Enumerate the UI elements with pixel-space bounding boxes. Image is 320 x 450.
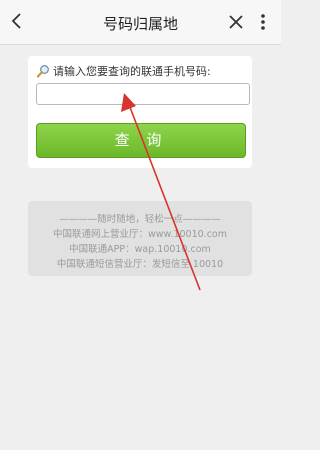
prompt-row: 请输入您要查询的联通手机号码: xyxy=(36,63,211,79)
sms-line: 中国联通短信营业厅：发短信至 10010 xyxy=(56,259,224,270)
magnifier-icon xyxy=(36,65,49,78)
back-chevron-icon[interactable] xyxy=(6,10,28,32)
page-title: 号码归属地 xyxy=(102,15,178,33)
slogan-text: ————随时随地，轻松一点———— xyxy=(59,214,221,225)
phone-prompt-label: 请输入您要查询的联通手机号码: xyxy=(53,65,211,78)
close-icon[interactable] xyxy=(226,12,246,32)
phone-number-input[interactable] xyxy=(36,83,250,105)
app-line: 中国联通APP：wap.10010.com xyxy=(69,244,211,255)
website-line: 中国联通网上营业厅：www.10010.com xyxy=(53,229,227,240)
info-box: ————随时随地，轻松一点———— 中国联通网上营业厅：www.10010.co… xyxy=(28,201,252,276)
query-button[interactable]: 查 询 xyxy=(36,123,246,158)
more-vertical-icon[interactable] xyxy=(254,11,272,33)
title-bar: 号码归属地 xyxy=(0,0,281,45)
query-card: 请输入您要查询的联通手机号码: 查 询 xyxy=(28,56,252,168)
